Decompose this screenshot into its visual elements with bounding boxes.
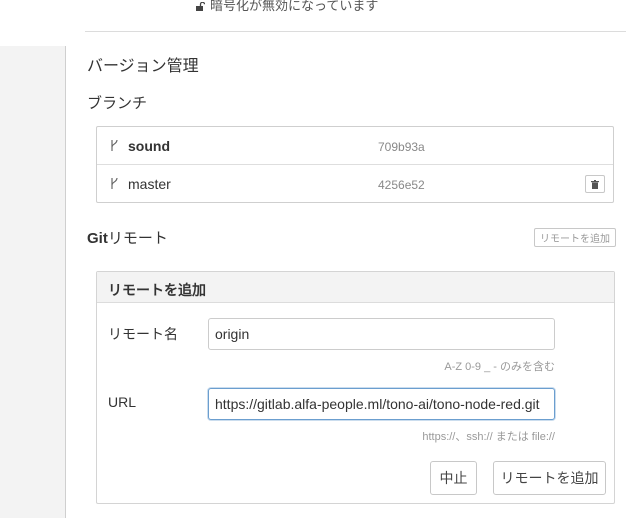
add-remote-header: リモートを追加 [97,272,614,303]
branch-row-master[interactable]: master 4256e52 [97,165,613,203]
trash-icon [591,179,599,189]
branch-commit: 4256e52 [378,178,425,192]
git-remote-title: Gitリモート [87,230,168,247]
branch-name: sound [128,138,170,154]
encryption-status-text: 暗号化が無効になっています [210,0,379,13]
unlock-icon [196,1,205,11]
branch-name: master [128,176,171,192]
branch-heading: ブランチ [87,95,148,112]
add-remote-button-small[interactable]: リモートを追加 [534,228,616,247]
version-control-title: バージョン管理 [87,58,199,75]
url-label: URL [108,394,137,410]
branch-list: sound 709b93a master 4256e52 [96,126,614,203]
remote-name-hint: A-Z 0-9 _ - のみを含む [444,361,555,373]
remote-name-input[interactable]: origin [208,318,555,350]
branch-icon [109,139,119,152]
branch-commit: 709b93a [378,140,425,154]
left-sidebar-panel [0,46,66,518]
encryption-status: 暗号化が無効になっています [196,0,378,14]
branch-icon [109,177,119,190]
delete-branch-button[interactable] [585,175,605,193]
url-hint: https://、ssh:// または file:// [422,431,555,443]
section-divider [85,31,626,32]
url-input[interactable]: https://gitlab.alfa-people.ml/tono-ai/to… [208,388,555,420]
add-remote-panel: リモートを追加 リモート名 origin A-Z 0-9 _ - のみを含む U… [96,271,615,504]
remote-name-label: リモート名 [108,326,178,342]
cancel-button[interactable]: 中止 [430,461,477,495]
branch-row-sound[interactable]: sound 709b93a [97,127,613,165]
add-remote-submit-button[interactable]: リモートを追加 [493,461,606,495]
